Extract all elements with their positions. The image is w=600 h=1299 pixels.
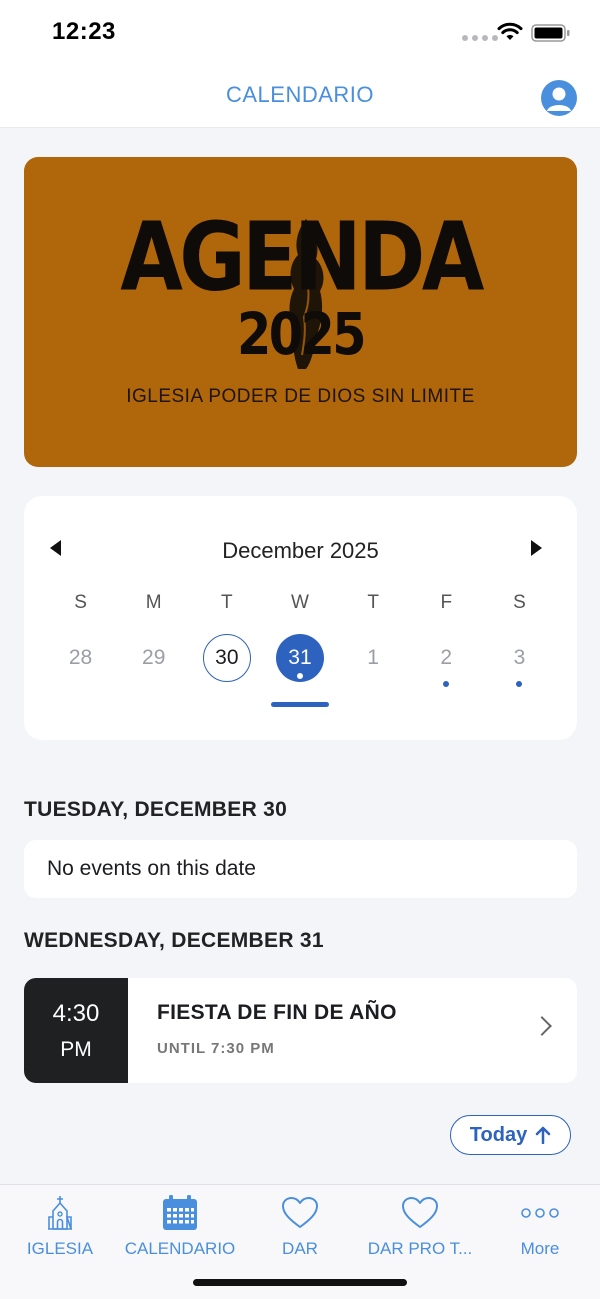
event-title: FIESTA DE FIN DE AÑO — [157, 1001, 397, 1024]
tab-more[interactable]: More — [480, 1191, 600, 1259]
event-dot-icon — [516, 681, 523, 687]
profile-icon[interactable] — [541, 80, 577, 116]
day-number: 30 — [202, 634, 251, 682]
section-header-tuesday: TUESDAY, DECEMBER 30 — [24, 798, 288, 821]
event-card[interactable]: 4:30 PM FIESTA DE FIN DE AÑO UNTIL 7:30 … — [24, 978, 577, 1083]
battery-icon — [531, 24, 570, 42]
weekday-label: T — [221, 592, 233, 613]
banner-year: 2025 — [236, 300, 367, 368]
calendar-day[interactable]: 29 — [117, 634, 190, 682]
event-time-block: 4:30 PM — [24, 978, 128, 1083]
chevron-right-icon — [532, 1016, 552, 1036]
tab-dar-pro-templo[interactable]: DAR PRO T... — [360, 1191, 480, 1259]
wifi-icon — [497, 22, 523, 40]
event-end-time: UNTIL 7:30 PM — [157, 1040, 275, 1057]
next-month-icon[interactable] — [531, 540, 542, 556]
no-events-message: No events on this date — [24, 840, 577, 898]
section-header-wednesday: WEDNESDAY, DECEMBER 31 — [24, 929, 324, 952]
today-button[interactable]: Today — [450, 1115, 571, 1155]
tab-calendario[interactable]: CALENDARIO — [120, 1191, 240, 1259]
day-number: 29 — [142, 646, 166, 669]
home-indicator — [193, 1279, 407, 1286]
weekday-label: W — [291, 592, 309, 613]
weekday-label: T — [367, 592, 379, 613]
day-number: 28 — [68, 646, 93, 669]
event-dot-icon — [443, 681, 450, 687]
more-icon — [521, 1208, 559, 1218]
status-time: 12:23 — [52, 18, 116, 45]
arrow-up-icon — [535, 1126, 551, 1144]
day-row: 28 29 30 31 1 2 3 — [44, 634, 556, 687]
calendar-day[interactable]: 30 — [190, 634, 263, 682]
tab-label: IGLESIA — [26, 1239, 94, 1258]
heart-icon — [402, 1197, 438, 1228]
event-start-ampm: PM — [60, 1038, 92, 1061]
cellular-signal-icon — [462, 35, 498, 41]
calendar-day[interactable]: 2 — [410, 634, 483, 687]
heart-icon — [282, 1197, 318, 1228]
calendar-day[interactable]: 28 — [44, 634, 117, 682]
calendar-icon — [163, 1195, 197, 1230]
day-number: 2 — [440, 646, 453, 669]
tab-iglesia[interactable]: IGLESIA — [0, 1191, 120, 1259]
selected-week-indicator — [271, 702, 329, 707]
day-number: 3 — [513, 646, 526, 669]
event-start-time: 4:30 — [52, 1000, 100, 1027]
calendar-card: December 2025 S M T W T F S 28 29 30 31 … — [24, 496, 577, 740]
status-bar: 12:23 — [0, 0, 600, 66]
weekday-row: S M T W T F S — [44, 592, 556, 614]
calendar-day[interactable]: 31 — [263, 634, 336, 682]
banner-subtitle: IGLESIA PODER DE DIOS SIN LIMITE — [126, 386, 475, 407]
event-dot-icon — [296, 673, 303, 679]
day-number: 1 — [367, 646, 379, 669]
today-button-label: Today — [469, 1123, 528, 1146]
tab-label: DAR PRO T... — [367, 1239, 473, 1258]
banner-title: AGENDA — [120, 202, 484, 313]
month-label: December 2025 — [222, 538, 379, 563]
weekday-label: S — [74, 592, 87, 613]
weekday-label: M — [145, 592, 162, 613]
church-icon — [48, 1196, 72, 1230]
tab-label: DAR — [282, 1239, 318, 1258]
tab-dar[interactable]: DAR — [240, 1191, 360, 1259]
calendar-day[interactable]: 3 — [483, 634, 556, 687]
weekday-label: S — [513, 592, 526, 613]
tab-label: More — [520, 1239, 560, 1258]
weekday-label: F — [440, 592, 453, 613]
nav-header: CALENDARIO — [0, 66, 600, 128]
calendar-day[interactable]: 1 — [337, 634, 410, 682]
page-title: CALENDARIO — [225, 82, 375, 107]
tab-label: CALENDARIO — [124, 1239, 236, 1258]
agenda-banner[interactable]: AGENDA 2025 IGLESIA PODER DE DIOS SIN LI… — [24, 157, 577, 467]
